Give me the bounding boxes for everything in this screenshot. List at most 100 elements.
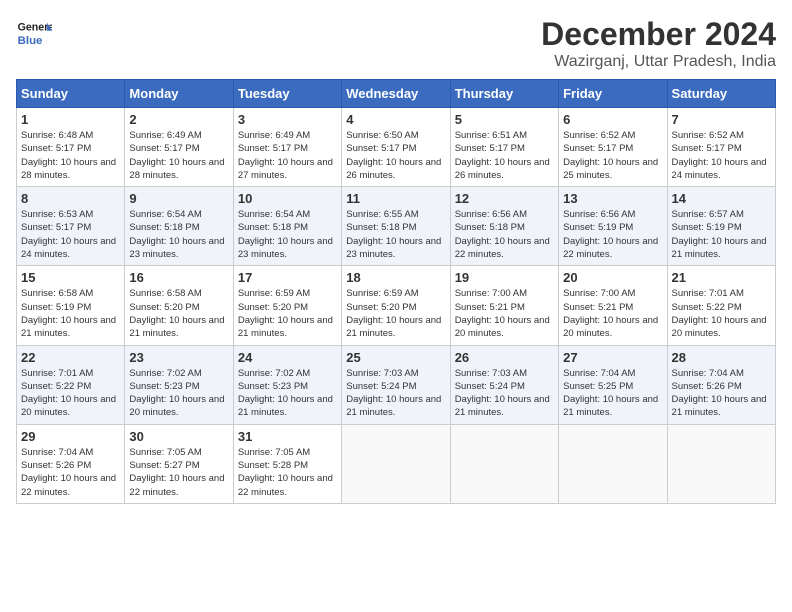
calendar-cell: 18 Sunrise: 6:59 AMSunset: 5:20 PMDayligh…: [342, 266, 450, 345]
calendar-cell: 27Sunrise: 7:04 AMSunset: 5:25 PMDayligh…: [559, 345, 667, 424]
day-number: 4: [346, 112, 445, 127]
day-info: Sunrise: 7:03 AMSunset: 5:24 PMDaylight:…: [455, 367, 554, 420]
day-number: 26: [455, 350, 554, 365]
calendar-cell: 25 Sunrise: 7:03 AMSunset: 5:24 PMDayligh…: [342, 345, 450, 424]
day-info: Sunrise: 7:00 AMSunset: 5:21 PMDaylight:…: [455, 287, 554, 340]
day-number: 20: [563, 270, 662, 285]
calendar-cell: [559, 424, 667, 503]
day-number: 9: [129, 191, 228, 206]
calendar-cell: [450, 424, 558, 503]
day-info: Sunrise: 6:59 AMSunset: 5:20 PMDaylight:…: [238, 287, 337, 340]
day-number: 13: [563, 191, 662, 206]
calendar-cell: 13 Sunrise: 6:56 AMSunset: 5:19 PMDayligh…: [559, 187, 667, 266]
day-number: 1: [21, 112, 120, 127]
calendar-cell: 6Sunrise: 6:52 AMSunset: 5:17 PMDaylight…: [559, 108, 667, 187]
page-header: General Blue December 2024 Wazirganj, Ut…: [16, 16, 776, 71]
day-info: Sunrise: 6:56 AMSunset: 5:18 PMDaylight:…: [455, 208, 554, 261]
day-info: Sunrise: 7:01 AMSunset: 5:22 PMDaylight:…: [21, 367, 120, 420]
calendar-cell: 31 Sunrise: 7:05 AMSunset: 5:28 PMDayligh…: [233, 424, 341, 503]
day-info: Sunrise: 7:04 AMSunset: 5:26 PMDaylight:…: [672, 367, 771, 420]
day-number: 16: [129, 270, 228, 285]
day-info: Sunrise: 6:54 AMSunset: 5:18 PMDaylight:…: [238, 208, 337, 261]
day-number: 30: [129, 429, 228, 444]
day-info: Sunrise: 7:05 AMSunset: 5:27 PMDaylight:…: [129, 446, 228, 499]
calendar-cell: 11 Sunrise: 6:55 AMSunset: 5:18 PMDayligh…: [342, 187, 450, 266]
day-info: Sunrise: 6:58 AMSunset: 5:19 PMDaylight:…: [21, 287, 120, 340]
calendar-week-1: 1 Sunrise: 6:48 AMSunset: 5:17 PMDaylight…: [17, 108, 776, 187]
day-number: 7: [672, 112, 771, 127]
calendar-week-5: 29Sunrise: 7:04 AMSunset: 5:26 PMDayligh…: [17, 424, 776, 503]
calendar-cell: 17 Sunrise: 6:59 AMSunset: 5:20 PMDayligh…: [233, 266, 341, 345]
day-number: 10: [238, 191, 337, 206]
location-title: Wazirganj, Uttar Pradesh, India: [541, 53, 776, 71]
day-info: Sunrise: 7:03 AMSunset: 5:24 PMDaylight:…: [346, 367, 445, 420]
day-number: 17: [238, 270, 337, 285]
calendar-cell: [342, 424, 450, 503]
weekday-header-tuesday: Tuesday: [233, 80, 341, 108]
day-number: 19: [455, 270, 554, 285]
day-number: 15: [21, 270, 120, 285]
day-number: 11: [346, 191, 445, 206]
day-number: 8: [21, 191, 120, 206]
calendar-cell: 4 Sunrise: 6:50 AMSunset: 5:17 PMDaylight…: [342, 108, 450, 187]
day-info: Sunrise: 7:01 AMSunset: 5:22 PMDaylight:…: [672, 287, 771, 340]
day-info: Sunrise: 6:52 AMSunset: 5:17 PMDaylight:…: [672, 129, 771, 182]
day-info: Sunrise: 6:53 AMSunset: 5:17 PMDaylight:…: [21, 208, 120, 261]
day-number: 29: [21, 429, 120, 444]
month-title: December 2024: [541, 16, 776, 53]
day-number: 5: [455, 112, 554, 127]
calendar-cell: 14Sunrise: 6:57 AMSunset: 5:19 PMDayligh…: [667, 187, 775, 266]
calendar-cell: 10 Sunrise: 6:54 AMSunset: 5:18 PMDayligh…: [233, 187, 341, 266]
calendar-cell: 22 Sunrise: 7:01 AMSunset: 5:22 PMDayligh…: [17, 345, 125, 424]
day-info: Sunrise: 7:05 AMSunset: 5:28 PMDaylight:…: [238, 446, 337, 499]
calendar-cell: 23 Sunrise: 7:02 AMSunset: 5:23 PMDayligh…: [125, 345, 233, 424]
calendar-cell: 12 Sunrise: 6:56 AMSunset: 5:18 PMDayligh…: [450, 187, 558, 266]
day-number: 6: [563, 112, 662, 127]
day-number: 25: [346, 350, 445, 365]
calendar-cell: 24 Sunrise: 7:02 AMSunset: 5:23 PMDayligh…: [233, 345, 341, 424]
svg-text:Blue: Blue: [18, 35, 43, 47]
day-info: Sunrise: 6:56 AMSunset: 5:19 PMDaylight:…: [563, 208, 662, 261]
day-number: 28: [672, 350, 771, 365]
calendar-cell: 7 Sunrise: 6:52 AMSunset: 5:17 PMDaylight…: [667, 108, 775, 187]
calendar-cell: 19 Sunrise: 7:00 AMSunset: 5:21 PMDayligh…: [450, 266, 558, 345]
day-info: Sunrise: 6:58 AMSunset: 5:20 PMDaylight:…: [129, 287, 228, 340]
day-number: 21: [672, 270, 771, 285]
day-number: 22: [21, 350, 120, 365]
day-info: Sunrise: 6:50 AMSunset: 5:17 PMDaylight:…: [346, 129, 445, 182]
calendar-cell: 26 Sunrise: 7:03 AMSunset: 5:24 PMDayligh…: [450, 345, 558, 424]
day-number: 23: [129, 350, 228, 365]
calendar-cell: 29Sunrise: 7:04 AMSunset: 5:26 PMDayligh…: [17, 424, 125, 503]
day-info: Sunrise: 7:02 AMSunset: 5:23 PMDaylight:…: [238, 367, 337, 420]
logo-icon: General Blue: [16, 16, 52, 52]
calendar-cell: 28 Sunrise: 7:04 AMSunset: 5:26 PMDayligh…: [667, 345, 775, 424]
calendar-cell: 15 Sunrise: 6:58 AMSunset: 5:19 PMDayligh…: [17, 266, 125, 345]
calendar-cell: 21 Sunrise: 7:01 AMSunset: 5:22 PMDayligh…: [667, 266, 775, 345]
weekday-header-friday: Friday: [559, 80, 667, 108]
day-info: Sunrise: 7:04 AMSunset: 5:25 PMDaylight:…: [563, 367, 662, 420]
day-number: 24: [238, 350, 337, 365]
calendar-cell: 30 Sunrise: 7:05 AMSunset: 5:27 PMDayligh…: [125, 424, 233, 503]
day-info: Sunrise: 6:57 AMSunset: 5:19 PMDaylight:…: [672, 208, 771, 261]
day-info: Sunrise: 6:59 AMSunset: 5:20 PMDaylight:…: [346, 287, 445, 340]
day-info: Sunrise: 7:00 AMSunset: 5:21 PMDaylight:…: [563, 287, 662, 340]
day-info: Sunrise: 6:55 AMSunset: 5:18 PMDaylight:…: [346, 208, 445, 261]
calendar-table: SundayMondayTuesdayWednesdayThursdayFrid…: [16, 79, 776, 504]
calendar-cell: 5 Sunrise: 6:51 AMSunset: 5:17 PMDaylight…: [450, 108, 558, 187]
day-info: Sunrise: 6:54 AMSunset: 5:18 PMDaylight:…: [129, 208, 228, 261]
day-number: 18: [346, 270, 445, 285]
calendar-cell: 1 Sunrise: 6:48 AMSunset: 5:17 PMDaylight…: [17, 108, 125, 187]
title-area: December 2024 Wazirganj, Uttar Pradesh, …: [541, 16, 776, 71]
calendar-week-3: 15 Sunrise: 6:58 AMSunset: 5:19 PMDayligh…: [17, 266, 776, 345]
svg-text:General: General: [18, 22, 52, 34]
weekday-header-wednesday: Wednesday: [342, 80, 450, 108]
day-info: Sunrise: 6:49 AMSunset: 5:17 PMDaylight:…: [129, 129, 228, 182]
day-number: 12: [455, 191, 554, 206]
calendar-week-2: 8 Sunrise: 6:53 AMSunset: 5:17 PMDaylight…: [17, 187, 776, 266]
day-info: Sunrise: 6:51 AMSunset: 5:17 PMDaylight:…: [455, 129, 554, 182]
day-info: Sunrise: 7:02 AMSunset: 5:23 PMDaylight:…: [129, 367, 228, 420]
day-number: 31: [238, 429, 337, 444]
weekday-header-sunday: Sunday: [17, 80, 125, 108]
day-info: Sunrise: 6:48 AMSunset: 5:17 PMDaylight:…: [21, 129, 120, 182]
logo: General Blue: [16, 16, 52, 52]
